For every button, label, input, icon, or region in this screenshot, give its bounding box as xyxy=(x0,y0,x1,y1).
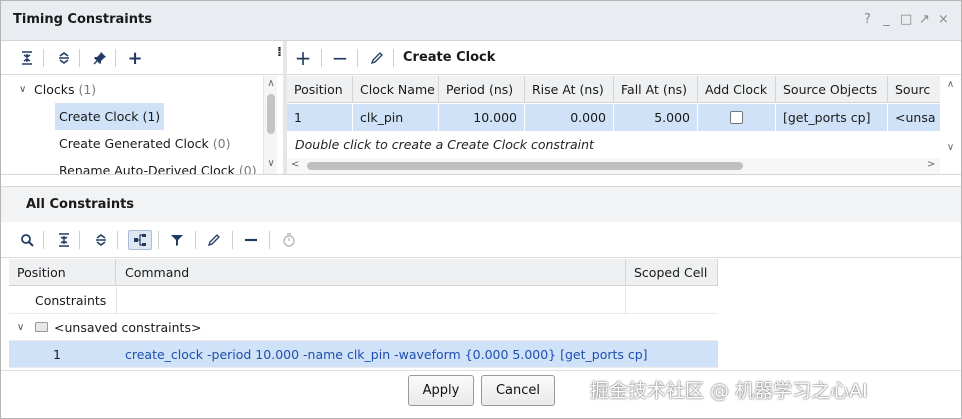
chevron-right-icon[interactable]: > xyxy=(927,159,935,170)
float-icon[interactable]: ↗ xyxy=(919,13,930,27)
pin-icon[interactable] xyxy=(90,48,110,68)
collapse-all-icon[interactable] xyxy=(54,230,74,250)
column-header[interactable]: Add Clock xyxy=(698,76,776,103)
create-hint[interactable]: Double click to create a Create Clock co… xyxy=(295,132,594,158)
column-header[interactable]: Scoped Cell xyxy=(626,259,718,286)
apply-button[interactable]: Apply xyxy=(408,375,474,406)
cell-rise-at[interactable]: 0.000 xyxy=(525,104,614,131)
cell-source[interactable]: <unsa xyxy=(888,104,940,131)
cancel-button[interactable]: Cancel xyxy=(481,375,555,406)
collapse-all-icon[interactable] xyxy=(17,48,37,68)
table-row[interactable]: ∨ <unsaved constraints> xyxy=(9,314,718,341)
cell-fall-at[interactable]: 5.000 xyxy=(614,104,698,131)
folder-icon xyxy=(35,322,48,332)
create-clock-toolbar: + − Create Clock xyxy=(287,41,961,75)
tree-vertical-scrollbar[interactable]: ∧ ∨ xyxy=(263,76,277,174)
tree-item-clocks[interactable]: ∨ Clocks (1) xyxy=(1,76,263,103)
remove-constraint-button[interactable]: − xyxy=(330,46,350,70)
column-header[interactable]: Position xyxy=(9,259,116,286)
column-header[interactable]: Clock Name xyxy=(353,76,439,103)
chevron-down-icon[interactable]: ∨ xyxy=(940,142,961,153)
cell-add-clock xyxy=(698,104,776,131)
window-title: Timing Constraints xyxy=(13,12,152,27)
table-header: Position Command Scoped Cell xyxy=(9,259,718,286)
tree-toolbar: + xyxy=(1,41,284,75)
all-constraints-table: Position Command Scoped Cell Constraints… xyxy=(9,259,718,369)
tree-item-label: Create Generated Clock xyxy=(59,136,209,151)
cell-position: 1 xyxy=(53,347,61,362)
search-icon[interactable] xyxy=(17,230,37,250)
timing-constraints-window: Timing Constraints ? _ □ ↗ × + ⁞ ∨ Clock… xyxy=(0,0,962,419)
column-header[interactable]: Sourc xyxy=(888,76,940,103)
cell-command[interactable]: create_clock -period 10.000 -name clk_pi… xyxy=(125,341,648,368)
column-header[interactable]: Fall At (ns) xyxy=(614,76,698,103)
watermark: 掘金技术社区 @ 机器学习之心AI xyxy=(590,380,868,402)
scroll-thumb[interactable] xyxy=(267,94,275,134)
chevron-up-icon[interactable]: ∧ xyxy=(264,78,278,89)
table-row[interactable]: 1 clk_pin 10.000 0.000 5.000 [get_ports … xyxy=(287,104,940,131)
cell-period[interactable]: 10.000 xyxy=(439,104,525,131)
add-clock-checkbox[interactable] xyxy=(730,111,743,124)
cell-position[interactable]: 1 xyxy=(287,104,353,131)
column-header[interactable]: Position xyxy=(287,76,353,103)
tree-item-count: (1) xyxy=(78,82,97,97)
table-row[interactable]: 1 create_clock -period 10.000 -name clk_… xyxy=(9,341,718,368)
maximize-icon[interactable]: □ xyxy=(900,13,912,27)
tree-item-create-generated-clock[interactable]: Create Generated Clock (0) xyxy=(1,130,263,157)
timer-icon xyxy=(279,230,299,250)
constraints-label: Constraints xyxy=(35,293,107,308)
scroll-thumb[interactable] xyxy=(307,162,743,170)
column-header[interactable]: Period (ns) xyxy=(439,76,525,103)
chevron-down-icon[interactable]: ∨ xyxy=(17,314,24,341)
all-constraints-toolbar xyxy=(1,222,961,258)
table-header: Position Clock Name Period (ns) Rise At … xyxy=(287,76,940,103)
close-icon[interactable]: × xyxy=(938,13,949,27)
constraint-tree: ∨ Clocks (1) Create Clock (1) Create Gen… xyxy=(1,76,263,174)
grid-horizontal-scrollbar[interactable]: < > xyxy=(287,158,940,174)
cell-clock-name[interactable]: clk_pin xyxy=(353,104,439,131)
tree-item-create-clock[interactable]: Create Clock (1) xyxy=(1,103,263,130)
help-icon[interactable]: ? xyxy=(862,13,873,27)
chevron-down-icon[interactable]: ∨ xyxy=(19,76,26,103)
splitter-handle[interactable]: ⁞ xyxy=(277,45,282,60)
hierarchy-view-icon[interactable] xyxy=(128,230,152,250)
tree-item-label: Clocks xyxy=(34,82,75,97)
cell-source-objects[interactable]: [get_ports cp] xyxy=(776,104,888,131)
column-header[interactable]: Source Objects xyxy=(776,76,888,103)
add-constraint-button[interactable]: + xyxy=(293,46,313,70)
window-controls: ? _ □ ↗ × xyxy=(862,13,949,27)
expand-all-icon[interactable] xyxy=(54,48,74,68)
edit-pencil-icon[interactable] xyxy=(204,230,224,250)
filter-icon[interactable] xyxy=(167,230,187,250)
tree-item-count: (0) xyxy=(212,136,231,151)
tree-item-label: Create Clock xyxy=(59,109,139,124)
tree-item-rename-auto-derived-clock[interactable]: Rename Auto-Derived Clock (0) xyxy=(1,157,263,174)
chevron-down-icon[interactable]: ∨ xyxy=(264,158,278,169)
column-header[interactable]: Rise At (ns) xyxy=(525,76,614,103)
tree-item-label: Rename Auto-Derived Clock xyxy=(59,163,235,174)
title-bar: Timing Constraints ? _ □ ↗ × xyxy=(1,1,961,41)
grid-vertical-scrollbar[interactable]: ∧ ∨ xyxy=(940,76,961,158)
group-label: <unsaved constraints> xyxy=(54,320,202,335)
create-clock-table: Position Clock Name Period (ns) Rise At … xyxy=(287,76,940,158)
all-constraints-header: All Constraints xyxy=(1,186,961,222)
table-row[interactable]: Constraints xyxy=(9,287,718,314)
edit-pencil-icon[interactable] xyxy=(367,48,387,68)
add-icon[interactable]: + xyxy=(125,48,145,69)
chevron-left-icon[interactable]: < xyxy=(291,159,299,170)
minimize-icon[interactable]: _ xyxy=(881,13,892,27)
column-header[interactable]: Command xyxy=(117,259,626,286)
tree-item-count: (1) xyxy=(142,109,161,124)
tree-item-count: (0) xyxy=(238,163,257,174)
chevron-up-icon[interactable]: ∧ xyxy=(940,79,961,90)
expand-all-icon[interactable] xyxy=(91,230,111,250)
panel-title: Create Clock xyxy=(403,50,496,65)
remove-icon[interactable] xyxy=(241,230,261,250)
section-title: All Constraints xyxy=(26,197,135,212)
